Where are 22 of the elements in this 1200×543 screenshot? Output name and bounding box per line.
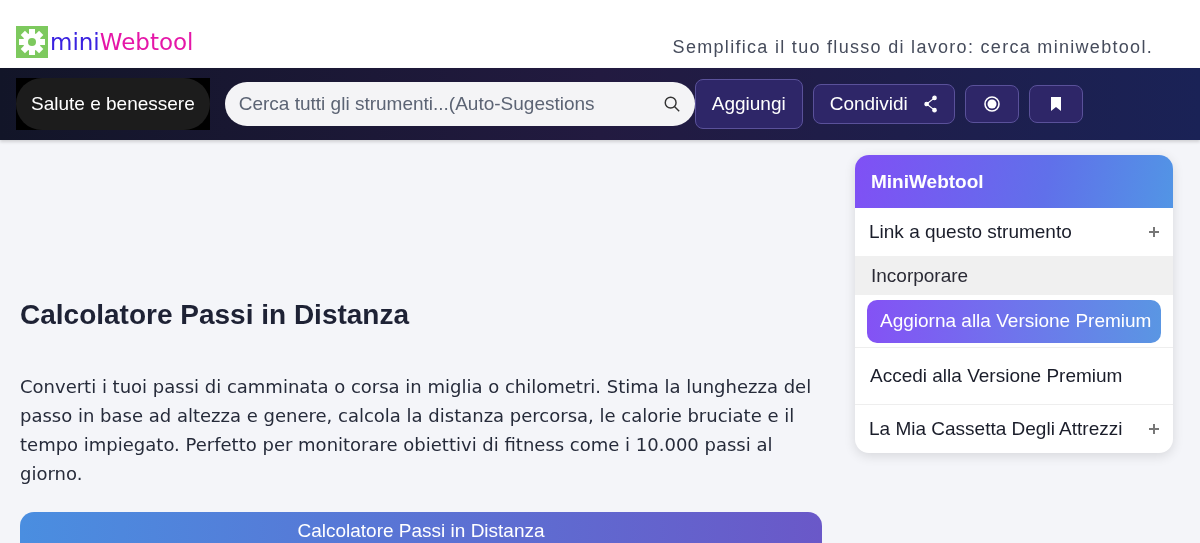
sidebar-subitem[interactable]: Incorporare (855, 256, 1173, 295)
plus-icon (1149, 227, 1159, 237)
upgrade-premium-button[interactable]: Aggiorna alla Versione Premium (867, 299, 1161, 343)
category-button[interactable]: Salute e benessere (16, 78, 210, 130)
tool-description: Converti i tuoi passi di camminata o corsa in miglia o chilometri. Stima la lunghezza del passo in base ad altezza e genere, calcola la distanza percorsa, le calorie bruciate e il tempo impiegato. Perfetto per monitorare obiettivi di fitness come i 10.000 passi al giorno. (20, 375, 813, 486)
tagline: Semplifica il tuo flusso di lavoro: cerca miniwebtool. (672, 37, 1153, 58)
bookmark-button[interactable] (1028, 85, 1083, 123)
record-icon (983, 96, 1000, 112)
share-button[interactable]: Condividi (812, 84, 955, 124)
share-icon (923, 95, 938, 113)
card-title: Calcolatore Passi in Distanza (297, 520, 545, 543)
sidebar-title: MiniWebtool (871, 170, 984, 193)
add-button[interactable]: Aggiungi (694, 79, 803, 129)
search-icon (662, 95, 681, 113)
plus-icon (1149, 424, 1159, 434)
site-logo-link[interactable]: miniWebtool (50, 29, 194, 55)
record-button[interactable] (964, 85, 1019, 123)
page-title: Calcolatore Passi in Distanza (20, 299, 411, 331)
sidebar-item[interactable]: La Mia Cassetta Degli Attrezzi (855, 405, 1173, 453)
gear-icon (16, 26, 48, 58)
sidebar-item[interactable]: Link a questo strumento (855, 208, 1173, 256)
search-field[interactable]: Cerca tutti gli strumenti...(Auto-Sugestions (224, 82, 695, 126)
